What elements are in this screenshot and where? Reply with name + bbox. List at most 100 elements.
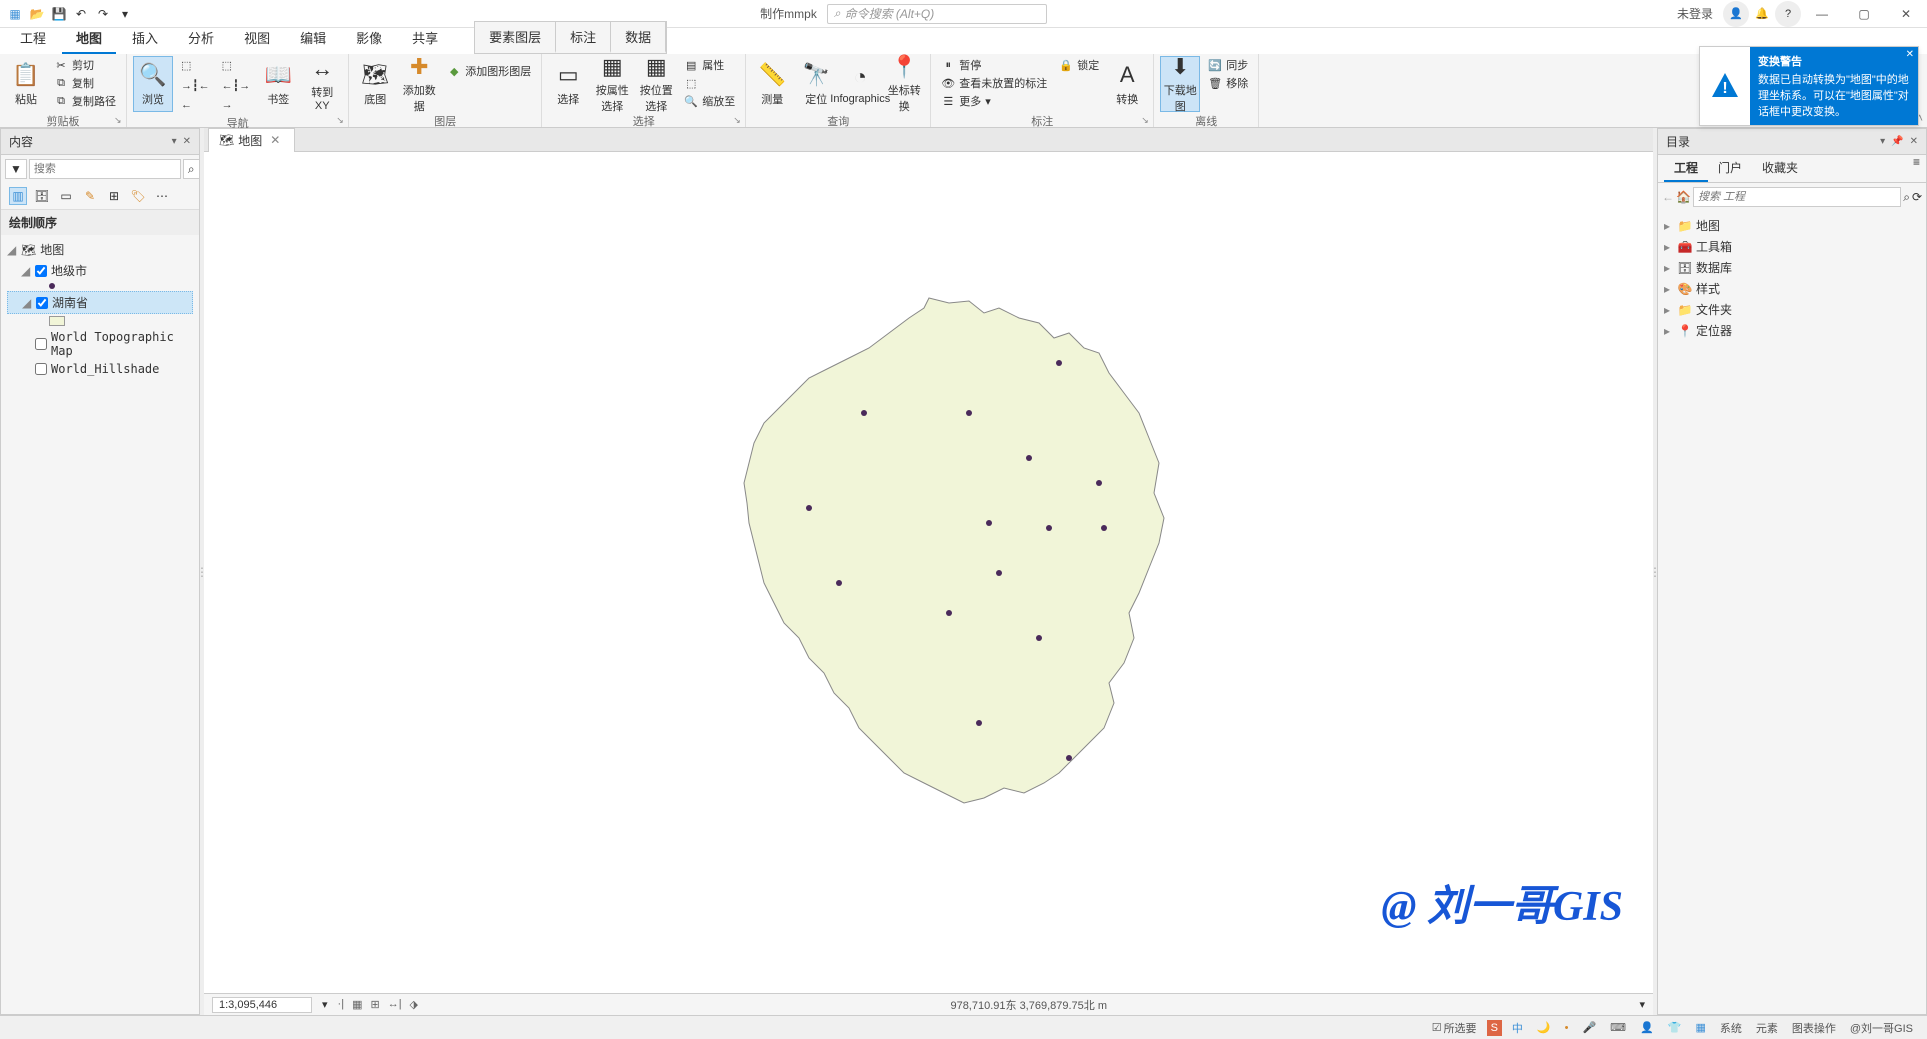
prev-extent-icon[interactable]: ← — [177, 96, 214, 114]
user-task-icon[interactable]: 👤 — [1636, 1019, 1658, 1036]
rotation-icon[interactable]: ·| — [338, 998, 345, 1011]
tab-map[interactable]: 地图 — [62, 23, 116, 54]
home-icon[interactable]: 🏠 — [1676, 190, 1691, 204]
layer-checkbox-hunan[interactable] — [36, 297, 48, 309]
scale-input[interactable]: 1:3,095,446 — [212, 997, 312, 1013]
minimize-button[interactable]: — — [1801, 0, 1843, 28]
tree-layer-cities[interactable]: ◢地级市 — [7, 260, 193, 281]
notification-bell-icon[interactable]: 🔔 — [1749, 1, 1775, 27]
back-icon[interactable]: ← — [1662, 190, 1674, 204]
more-toc-icon[interactable]: ⋯ — [153, 187, 171, 205]
qat-dropdown-icon[interactable]: ▾ — [116, 5, 134, 23]
tree-layer-hillshade[interactable]: World_Hillshade — [7, 360, 193, 378]
keyboard-icon[interactable]: ⌨ — [1606, 1019, 1630, 1036]
map-tab-active[interactable]: 🗺 地图 ✕ — [208, 128, 295, 152]
select-by-attributes-button[interactable]: ▦按属性选择 — [592, 56, 632, 112]
sync-button[interactable]: 🔄同步 — [1204, 56, 1252, 74]
cut-button[interactable]: ✂剪切 — [50, 56, 120, 74]
convert-labels-button[interactable]: A转换 — [1107, 56, 1147, 112]
lock-labeling-button[interactable]: 🔒锁定 — [1055, 56, 1103, 74]
pause-labeling-button[interactable]: ⏸暂停 — [937, 56, 1051, 74]
tab-share[interactable]: 共享 — [398, 23, 452, 54]
tree-symbol-hunan[interactable] — [7, 314, 193, 328]
layer-checkbox-topo[interactable] — [35, 338, 47, 350]
cat-item-folders[interactable]: ▸📁文件夹 — [1664, 299, 1920, 320]
cat-item-locators[interactable]: ▸📍定位器 — [1664, 320, 1920, 341]
snap-icon[interactable]: ▦ — [352, 998, 362, 1011]
cat-item-styles[interactable]: ▸🎨样式 — [1664, 278, 1920, 299]
contents-search-input[interactable] — [29, 159, 181, 179]
add-data-button[interactable]: ✚添加数据 — [399, 56, 439, 112]
catalog-search-input[interactable] — [1693, 187, 1901, 207]
layer-checkbox-cities[interactable] — [35, 265, 47, 277]
infographics-button[interactable]: ◔Infographics — [840, 56, 880, 112]
copy-path-button[interactable]: ⧉复制路径 — [50, 92, 120, 110]
tab-imagery[interactable]: 影像 — [342, 23, 396, 54]
basemap-button[interactable]: 🗺底图 — [355, 56, 395, 112]
copy-button[interactable]: ⧉复制 — [50, 74, 120, 92]
select-button[interactable]: ▭选择 — [548, 56, 588, 112]
grid-icon[interactable]: ⊞ — [370, 998, 379, 1011]
add-graphics-layer-button[interactable]: ◆添加图形图层 — [443, 62, 535, 80]
filter-icon[interactable]: ▼ — [5, 159, 27, 179]
clipboard-launcher-icon[interactable]: ↘ — [114, 115, 124, 125]
bookmarks-button[interactable]: 📖书签 — [258, 56, 298, 112]
tree-map-root[interactable]: ◢🗺地图 — [7, 239, 193, 260]
search-icon[interactable]: ⌕ — [1903, 190, 1910, 205]
panel-menu-icon[interactable]: ▾ — [1880, 136, 1885, 147]
catalog-menu-icon[interactable]: ≡ — [1913, 155, 1920, 182]
search-button-icon[interactable]: ⌕ — [183, 159, 200, 179]
tab-project[interactable]: 工程 — [6, 23, 60, 54]
map-tab-close-icon[interactable]: ✕ — [266, 133, 284, 147]
list-by-labeling-icon[interactable]: 🏷 — [129, 187, 147, 205]
tab-edit[interactable]: 编辑 — [286, 23, 340, 54]
catalog-tab-project[interactable]: 工程 — [1664, 155, 1708, 182]
cat-item-toolbox[interactable]: ▸🧰工具箱 — [1664, 236, 1920, 257]
dot-icon[interactable]: • — [1561, 1020, 1573, 1036]
paste-button[interactable]: 📋粘贴 — [6, 56, 46, 112]
tree-symbol-cities[interactable] — [7, 281, 193, 291]
save-project-icon[interactable]: 💾 — [50, 5, 68, 23]
tree-layer-topo[interactable]: World Topographic Map — [7, 328, 193, 360]
tree-layer-hunan[interactable]: ◢湖南省 — [7, 291, 193, 314]
measure-button[interactable]: 📏测量 — [752, 56, 792, 112]
map-canvas[interactable]: @ 刘一哥GIS — [204, 152, 1653, 993]
shirt-icon[interactable]: 👕 — [1664, 1019, 1686, 1036]
pin-icon[interactable]: 📌 — [1891, 136, 1903, 147]
next-extent-icon[interactable]: → — [218, 96, 255, 114]
attributes-button[interactable]: ▤属性 — [680, 56, 739, 74]
scale-dropdown-icon[interactable]: ▾ — [322, 998, 328, 1011]
selection-launcher-icon[interactable]: ↘ — [733, 115, 743, 125]
new-project-icon[interactable]: ▦ — [6, 5, 24, 23]
nav-launcher-icon[interactable]: ↘ — [336, 115, 346, 125]
view-unplaced-button[interactable]: 👁查看未放置的标注 — [937, 74, 1051, 92]
close-button[interactable]: ✕ — [1885, 0, 1927, 28]
tab-view[interactable]: 视图 — [230, 23, 284, 54]
ime-lang[interactable]: 中 — [1508, 1018, 1527, 1038]
panel-menu-icon[interactable]: ▾ — [172, 136, 177, 147]
constraints-icon[interactable]: ↔| — [388, 998, 402, 1011]
more-labeling-button[interactable]: ☰更多 ▾ — [937, 92, 1051, 110]
tab-labeling[interactable]: 标注 — [556, 22, 611, 53]
tab-data[interactable]: 数据 — [611, 22, 666, 53]
task-chart[interactable]: 图表操作 — [1788, 1018, 1840, 1038]
fixed-zoom-in-icon[interactable]: →┇← — [177, 76, 214, 94]
list-by-selection-icon[interactable]: ▭ — [57, 187, 75, 205]
explore-button[interactable]: 🔍浏览 — [133, 56, 173, 112]
redo-icon[interactable]: ↷ — [94, 5, 112, 23]
labeling-launcher-icon[interactable]: ↘ — [1141, 115, 1151, 125]
panel-close-icon[interactable]: ✕ — [183, 136, 191, 147]
help-icon[interactable]: ? — [1775, 1, 1801, 27]
coords-dropdown-icon[interactable]: ▾ — [1639, 998, 1645, 1011]
login-status[interactable]: 未登录 — [1667, 5, 1723, 22]
zoom-layer-icon[interactable]: ⬚ — [218, 56, 255, 74]
zoom-full-icon[interactable]: ⬚ — [177, 56, 214, 74]
mic-icon[interactable]: 🎤 — [1578, 1019, 1600, 1036]
correction-icon[interactable]: ⬗ — [410, 998, 418, 1011]
ime-icon[interactable]: S — [1487, 1020, 1502, 1036]
fixed-zoom-out-icon[interactable]: ←┇→ — [218, 76, 255, 94]
tab-analysis[interactable]: 分析 — [174, 23, 228, 54]
cat-item-maps[interactable]: ▸📁地图 — [1664, 215, 1920, 236]
command-search[interactable]: ⌕ 命令搜索 (Alt+Q) — [827, 4, 1047, 24]
catalog-tab-favorites[interactable]: 收藏夹 — [1752, 155, 1808, 182]
